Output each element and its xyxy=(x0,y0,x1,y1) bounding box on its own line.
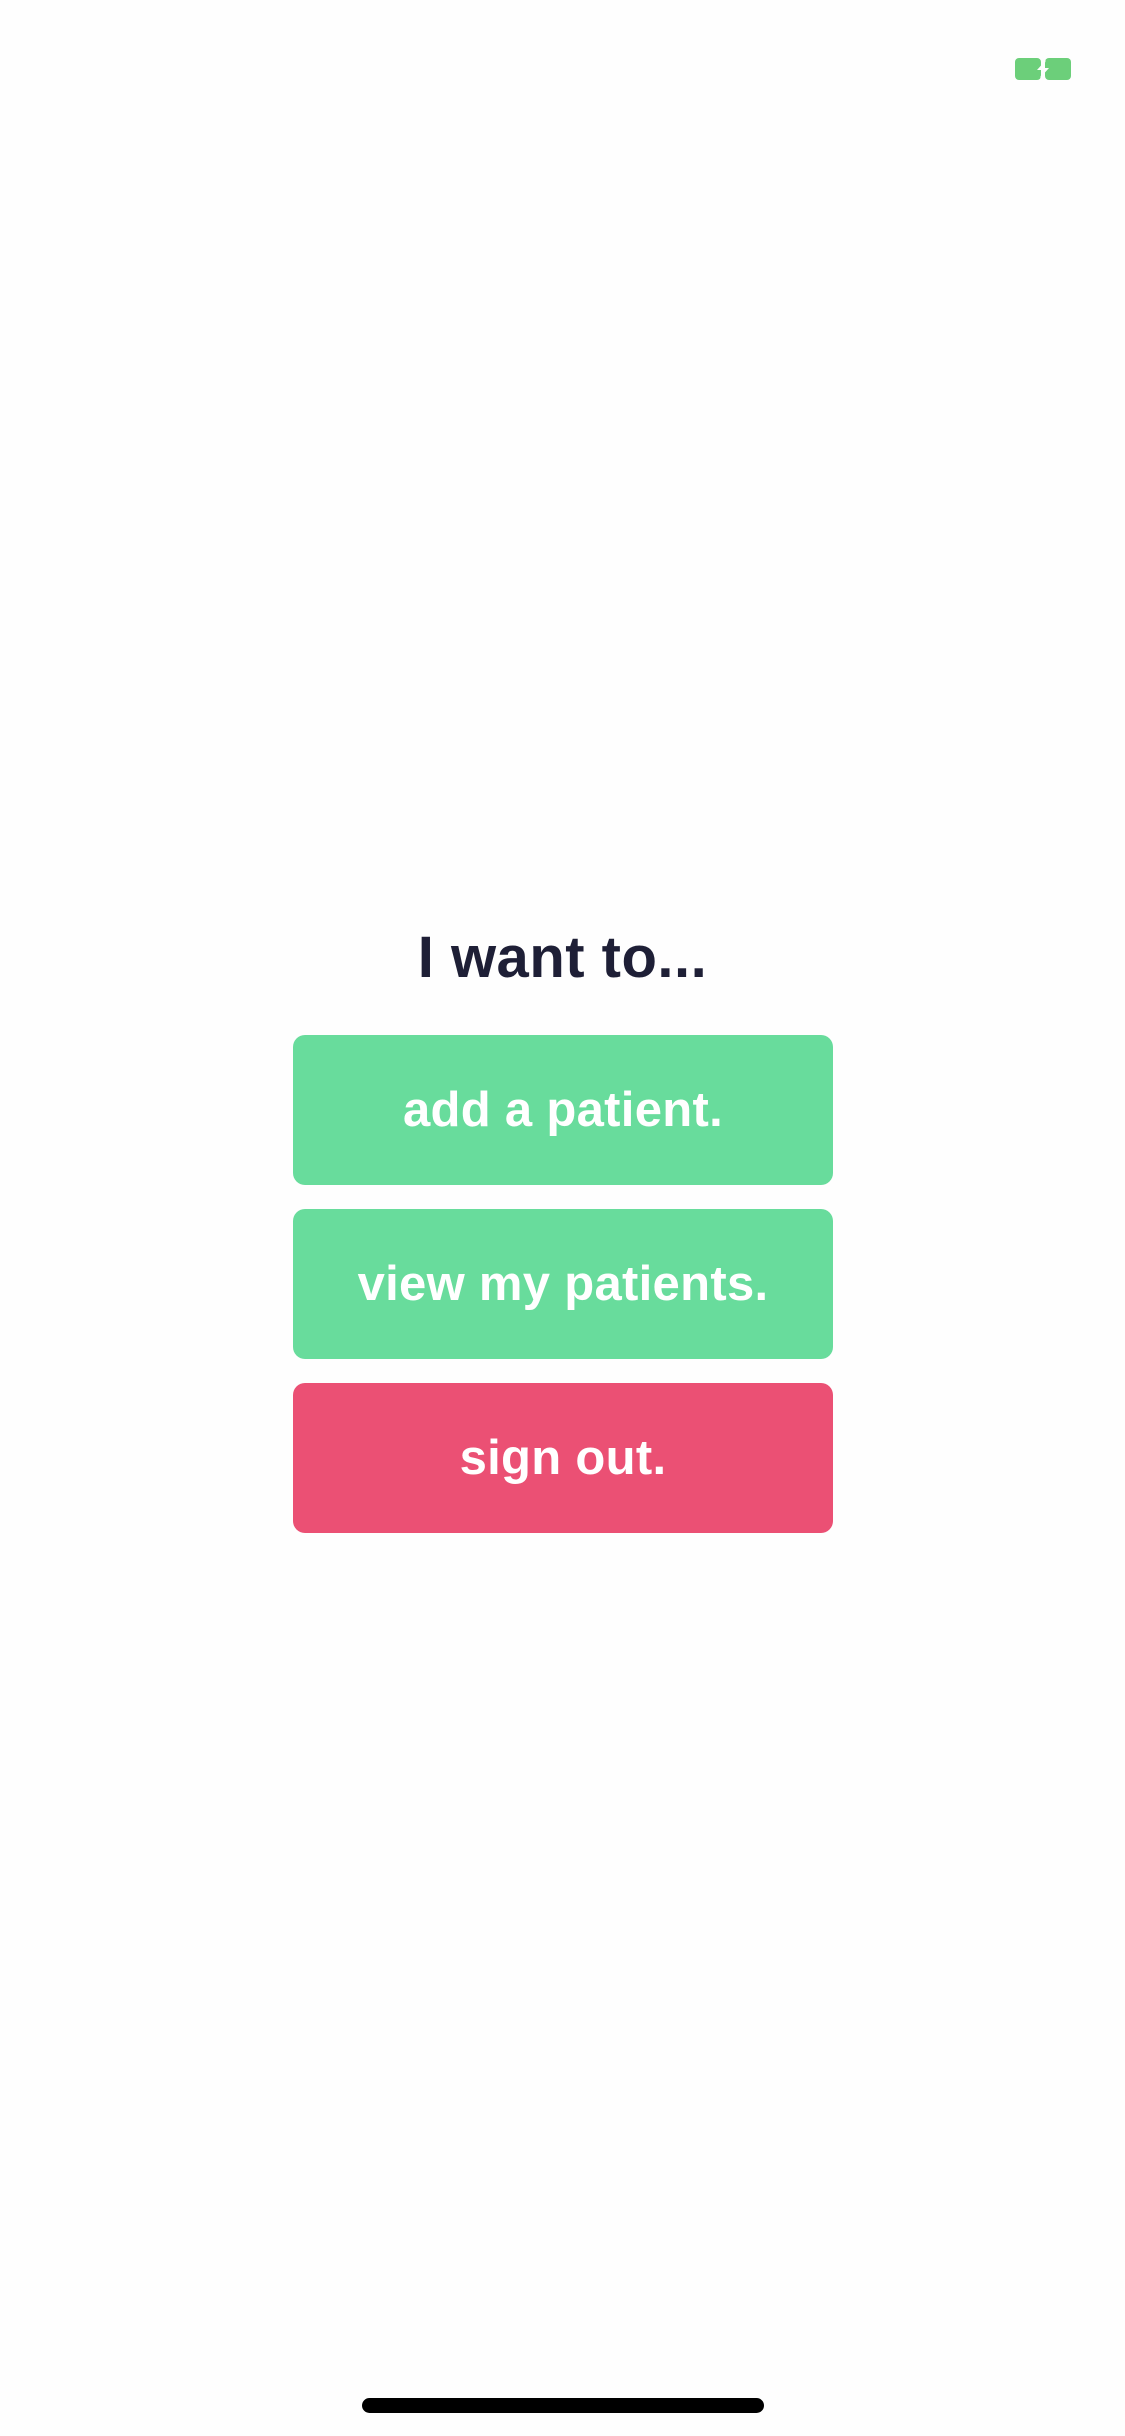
sign-out-button[interactable]: sign out. xyxy=(293,1383,833,1533)
sign-out-label: sign out. xyxy=(459,1431,667,1485)
add-patient-label: add a patient. xyxy=(402,1083,724,1137)
view-patients-label: view my patients. xyxy=(357,1257,769,1311)
page-title: I want to... xyxy=(417,925,708,990)
home-indicator[interactable] xyxy=(362,2398,764,2413)
home-screen: I want to... add a patient. view my pati… xyxy=(0,0,1125,2436)
view-patients-button[interactable]: view my patients. xyxy=(293,1209,833,1359)
battery-charging-icon xyxy=(1015,58,1071,80)
add-patient-button[interactable]: add a patient. xyxy=(293,1035,833,1185)
